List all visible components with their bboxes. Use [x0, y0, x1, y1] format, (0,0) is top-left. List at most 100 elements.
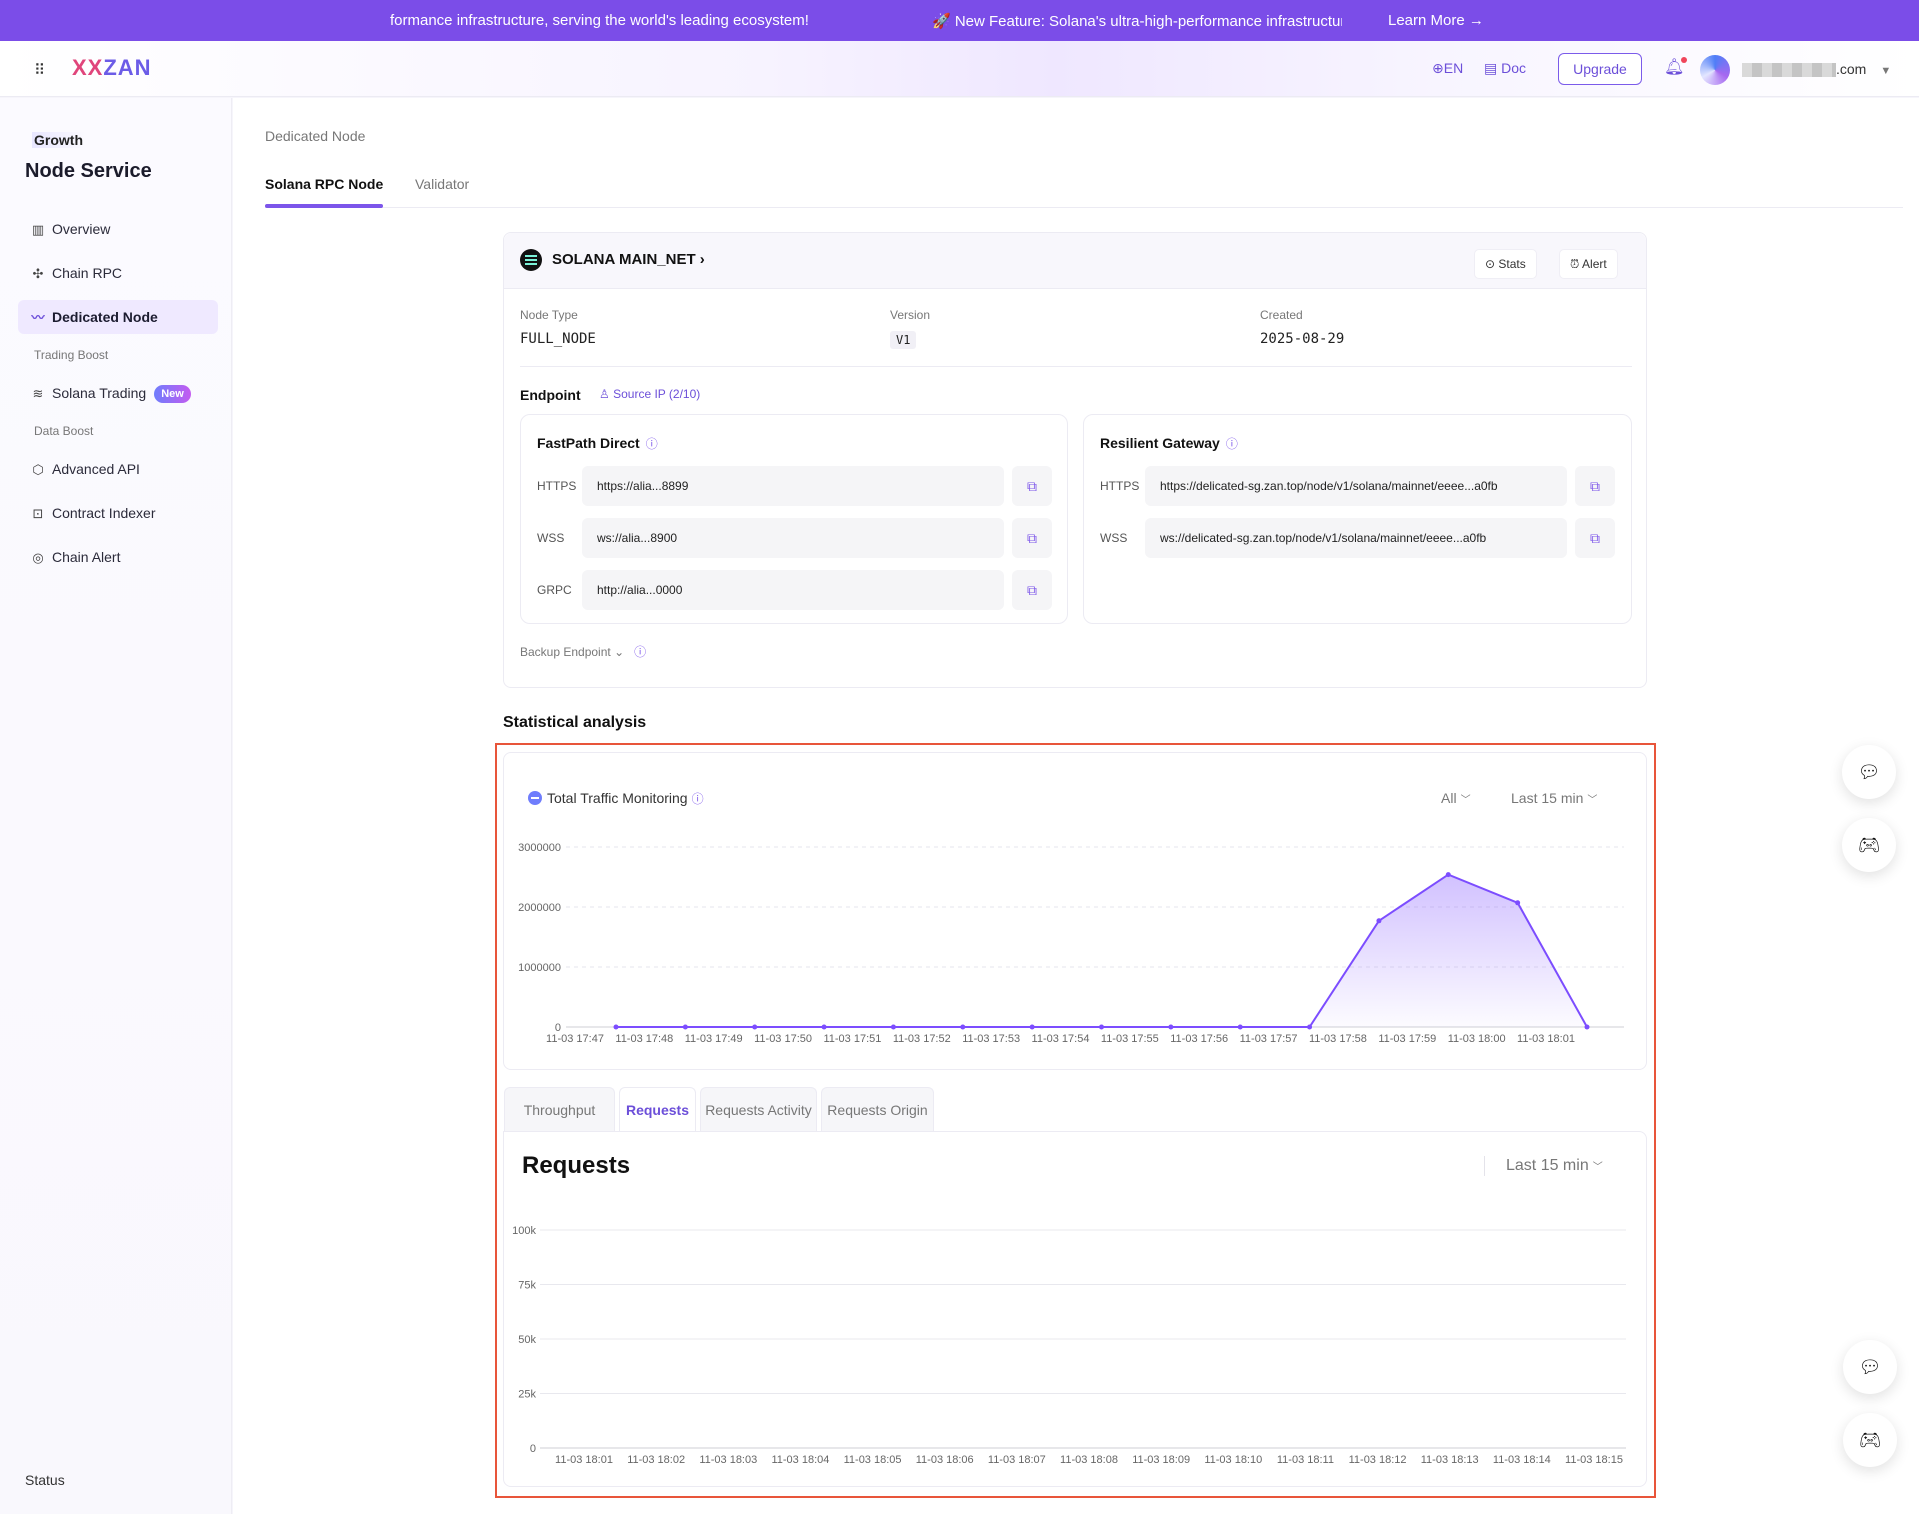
language-switch[interactable]: ⊕EN — [1432, 60, 1463, 77]
fastpath-title-text: FastPath Direct — [537, 435, 640, 451]
traffic-area — [616, 874, 1587, 1027]
data-point — [1584, 1024, 1590, 1030]
statistical-analysis-title: Statistical analysis — [503, 714, 647, 731]
code-box-icon: ⊡ — [32, 506, 44, 521]
sidebar-item-contract-indexer[interactable]: ⊡ Contract Indexer — [18, 496, 218, 530]
x-tick-label: 11-03 18:15 — [1565, 1454, 1623, 1466]
x-tick-label: 11-03 17:58 — [1309, 1033, 1367, 1045]
upgrade-button[interactable]: Upgrade — [1558, 53, 1642, 85]
account-menu[interactable]: .com ▼ — [1742, 61, 1892, 78]
resilient-gateway-box: Resilient Gateway ⓘ HTTPS https://delicat… — [1083, 414, 1632, 624]
bell-icon[interactable]: 🔔︎ — [1664, 57, 1688, 77]
x-tick-label: 11-03 18:01 — [1517, 1033, 1575, 1045]
protocol-label: WSS — [537, 531, 565, 545]
tab-validator[interactable]: Validator — [415, 176, 469, 192]
alert-button[interactable]: ⏰︎ Alert — [1559, 249, 1618, 279]
sidebar-item-chain-alert[interactable]: ◎ Chain Alert — [18, 540, 218, 574]
version-value: V1 — [890, 331, 917, 349]
help-icon[interactable]: ⓘ — [646, 437, 658, 451]
doc-link[interactable]: ▤ Doc — [1484, 60, 1526, 77]
tab-solana-rpc-node[interactable]: Solana RPC Node — [265, 176, 384, 208]
x-tick-label: 11-03 18:10 — [1204, 1454, 1262, 1466]
endpoint-url-field[interactable]: https://alia...8899 — [582, 466, 1004, 506]
protocol-label: GRPC — [537, 583, 572, 597]
active-tab-indicator — [265, 204, 384, 208]
x-tick-label: 11-03 17:54 — [1032, 1033, 1090, 1045]
breadcrumb: Dedicated Node — [265, 128, 366, 144]
sidebar-item-chain-rpc[interactable]: ✣ Chain RPC — [18, 256, 218, 290]
tab-requests-origin[interactable]: Requests Origin — [821, 1087, 934, 1132]
tab-label: Solana RPC Node — [265, 176, 384, 192]
sidebar-item-advanced-api[interactable]: ⬡ Advanced API — [18, 452, 218, 486]
endpoint-url-field[interactable]: ws://alia...8900 — [582, 518, 1004, 558]
user-icon: ♙ — [599, 387, 610, 401]
y-tick-label: 3000000 — [518, 842, 561, 854]
sidebar-item-overview[interactable]: ▥ Overview — [18, 212, 218, 246]
x-tick-label: 11-03 17:55 — [1101, 1033, 1159, 1045]
chevron-down-icon: ▼ — [1880, 65, 1892, 77]
data-point — [890, 1024, 896, 1030]
sidebar-item-label: Solana Trading — [52, 385, 147, 401]
requests-card: Requests Last 15 min ﹀ 0 25k 50k 75k 100k 11-0… — [503, 1131, 1647, 1487]
node-type-value: FULL_NODE — [520, 331, 596, 347]
logo-text: ZAN — [103, 55, 152, 80]
endpoint-url-field[interactable]: https://delicated-sg.zan.top/node/v1/sol… — [1145, 466, 1567, 506]
app-grid-icon[interactable]: ⠿ — [34, 61, 50, 79]
chat-icon[interactable]: 💬︎ — [1843, 1340, 1897, 1394]
data-point — [1029, 1024, 1035, 1030]
sidebar-item-label: Chain RPC — [52, 265, 123, 281]
backup-endpoint-toggle[interactable]: Backup Endpoint ⌄ ⓘ — [520, 643, 646, 660]
copy-icon[interactable]: ⧉ — [1012, 570, 1052, 610]
source-ip-link[interactable]: ♙ Source IP (2/10) — [599, 387, 700, 401]
y-tick-label: 75k — [518, 1280, 536, 1292]
requests-chart: 0 25k 50k 75k 100k 11-03 18:01 11-03 18:02 11-0… — [512, 1225, 1626, 1466]
discord-icon[interactable]: 🎮︎ — [1843, 1413, 1897, 1467]
y-tick-label: 50k — [518, 1334, 536, 1346]
copy-icon[interactable]: ⧉ — [1012, 518, 1052, 558]
help-icon[interactable]: ⓘ — [1226, 437, 1238, 451]
node-name-link[interactable]: SOLANA MAIN_NET › — [552, 251, 705, 268]
x-tick-label: 11-03 17:56 — [1170, 1033, 1228, 1045]
tab-requests[interactable]: Requests — [619, 1087, 696, 1132]
notification-dot — [1681, 57, 1688, 63]
y-tick-label: 1000000 — [518, 962, 561, 974]
sidebar-item-dedicated-node[interactable]: 〰 Dedicated Node — [18, 300, 218, 334]
tab-throughput[interactable]: Throughput — [504, 1087, 615, 1132]
node-name: SOLANA MAIN_NET — [552, 251, 696, 268]
status-link[interactable]: Status — [25, 1472, 65, 1488]
created-value: 2025-08-29 — [1260, 331, 1345, 347]
data-point — [1376, 918, 1382, 924]
gateway-title: Resilient Gateway ⓘ — [1100, 435, 1238, 452]
data-point — [1515, 900, 1521, 906]
avatar[interactable] — [1700, 55, 1730, 85]
sidebar-item-solana-trading[interactable]: ≋ Solana Trading New — [18, 376, 218, 410]
tab-requests-activity[interactable]: Requests Activity — [700, 1087, 817, 1132]
sidebar-item-label: Contract Indexer — [52, 505, 156, 521]
x-tick-label: 11-03 18:00 — [1448, 1033, 1506, 1045]
copy-icon[interactable]: ⧉ — [1575, 518, 1615, 558]
endpoint-url-field[interactable]: ws://delicated-sg.zan.top/node/v1/solana… — [1145, 518, 1567, 558]
network-icon: ✣ — [32, 266, 44, 281]
discord-icon[interactable]: 🎮︎ — [1842, 818, 1896, 872]
stats-button[interactable]: ⊙ Stats — [1474, 249, 1537, 279]
x-tick-label: 11-03 17:59 — [1378, 1033, 1436, 1045]
learn-more-link[interactable]: Learn More → — [1388, 12, 1484, 29]
x-tick-label: 11-03 17:50 — [754, 1033, 812, 1045]
chat-icon[interactable]: 💬︎ — [1842, 745, 1896, 799]
nav-group-trading-boost: Trading Boost — [34, 348, 109, 362]
source-ip-label: Source IP (2/10) — [613, 387, 701, 401]
account-email-suffix: .com — [1836, 61, 1867, 77]
copy-icon[interactable]: ⧉ — [1012, 466, 1052, 506]
x-tick-label: 11-03 18:04 — [771, 1454, 829, 1466]
x-tick-label: 11-03 18:07 — [988, 1454, 1046, 1466]
help-icon[interactable]: ⓘ — [634, 645, 646, 659]
y-tick-label: 0 — [530, 1443, 536, 1455]
endpoint-url-field[interactable]: http://alia...0000 — [582, 570, 1004, 610]
created-label: Created — [1260, 308, 1303, 322]
node-card-header: SOLANA MAIN_NET › ⊙ Stats ⏰︎ Alert — [504, 233, 1646, 289]
alert-label: Alert — [1582, 257, 1607, 271]
top-navigation-bar: ⠿ XXZAN ⊕EN ▤ Doc Upgrade 🔔︎ .com ▼ — [0, 41, 1919, 97]
protocol-label: HTTPS — [537, 479, 577, 493]
copy-icon[interactable]: ⧉ — [1575, 466, 1615, 506]
zan-logo[interactable]: XXZAN — [72, 55, 152, 81]
